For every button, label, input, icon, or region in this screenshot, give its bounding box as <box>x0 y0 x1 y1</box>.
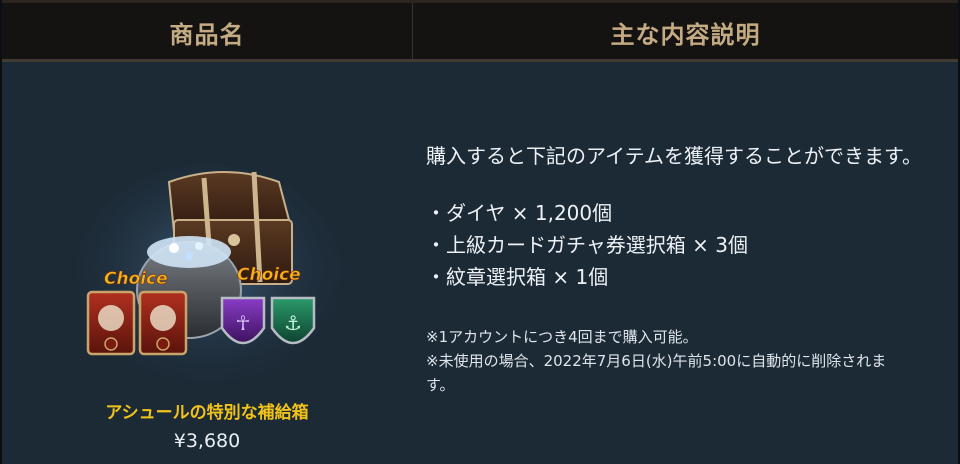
list-item: ・上級カードガチャ券選択箱 × 3個 <box>426 233 748 257</box>
header-product-name: 商品名 <box>169 21 245 49</box>
expiry-note: ※未使用の場合、2022年7月6日(水)午前5:00に自動的に削除されま <box>426 352 887 370</box>
product-table: 商品名 主な内容説明 Choice Choice ☥ ⚓ アシュールの特別な補給… <box>0 0 960 464</box>
expiry-note-continued: す。 <box>426 376 455 394</box>
product-cell: Choice Choice ☥ ⚓ アシュールの特別な補給箱 ¥3,680 <box>2 62 412 464</box>
purchase-limit-note: ※1アカウントにつき4回まで購入可能。 <box>426 328 698 346</box>
header-description: 主な内容説明 <box>412 3 958 62</box>
choice-badge-crests: Choice <box>237 265 301 285</box>
description-intro: 購入すると下記のアイテムを獲得することができます。 <box>426 144 922 168</box>
product-image: Choice Choice ☥ ⚓ <box>74 165 344 395</box>
table-header: 商品名 主な内容説明 <box>2 0 958 62</box>
choice-badge-cards: Choice <box>104 269 168 289</box>
contents-list: ・ダイヤ × 1,200個 ・上級カードガチャ券選択箱 × 3個 ・紋章選択箱 … <box>426 197 748 293</box>
product-price: ¥3,680 <box>173 430 241 452</box>
svg-text:☥: ☥ <box>236 311 251 335</box>
list-item: ・紋章選択箱 × 1個 <box>426 265 609 289</box>
list-item: ・ダイヤ × 1,200個 <box>426 201 613 225</box>
svg-text:⚓: ⚓ <box>284 311 302 335</box>
product-name: アシュールの特別な補給箱 <box>105 403 309 423</box>
